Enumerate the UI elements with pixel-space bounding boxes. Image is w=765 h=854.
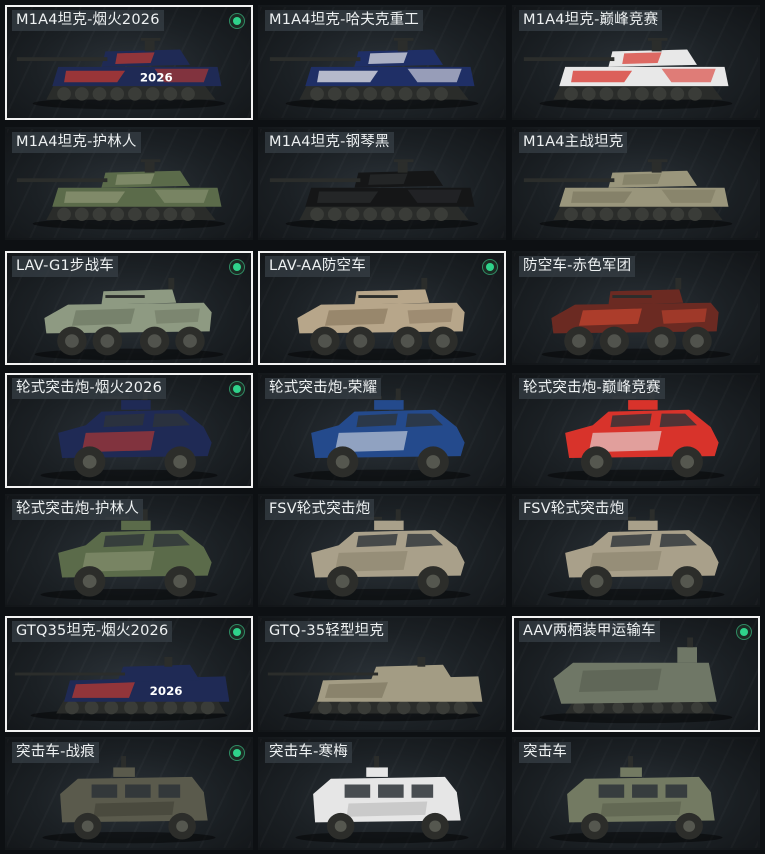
owned-status-icon bbox=[229, 381, 245, 397]
skin-card[interactable]: 2026 GTQ35坦克-烟火2026 bbox=[5, 616, 253, 732]
svg-text:2026: 2026 bbox=[150, 684, 183, 698]
skin-card[interactable]: 突击车-寒梅 bbox=[258, 737, 506, 850]
skin-card-label: 轮式突击炮-荣耀 bbox=[265, 378, 382, 399]
skin-card-label: LAV-G1步战车 bbox=[12, 256, 118, 277]
skin-card-label: AAV两栖装甲运输车 bbox=[519, 621, 660, 642]
skin-card-label: FSV轮式突击炮 bbox=[265, 499, 375, 520]
skin-card[interactable]: 轮式突击炮-荣耀 bbox=[258, 373, 506, 488]
skin-card[interactable]: M1A4坦克-巅峰竞赛 bbox=[512, 5, 760, 120]
skin-card[interactable]: 轮式突击炮-巅峰竞赛 bbox=[512, 373, 760, 488]
skin-card-label: GTQ35坦克-烟火2026 bbox=[12, 621, 173, 642]
svg-text:2026: 2026 bbox=[140, 70, 173, 84]
skin-card[interactable]: 轮式突击炮-烟火2026 bbox=[5, 373, 253, 488]
owned-status-icon bbox=[229, 259, 245, 275]
skin-card[interactable]: FSV轮式突击炮 bbox=[258, 494, 506, 607]
skin-card-label: 突击车-寒梅 bbox=[265, 742, 352, 763]
skin-card[interactable]: 突击车 bbox=[512, 737, 760, 850]
skin-card-label: 轮式突击炮-烟火2026 bbox=[12, 378, 167, 399]
skin-card-label: 防空车-赤色军团 bbox=[519, 256, 636, 277]
skin-card-label: LAV-AA防空车 bbox=[265, 256, 370, 277]
skin-card[interactable]: LAV-G1步战车 bbox=[5, 251, 253, 365]
skin-card-label: M1A4坦克-巅峰竞赛 bbox=[519, 10, 663, 31]
skin-card[interactable]: 突击车-战痕 bbox=[5, 737, 253, 850]
skin-card-label: M1A4坦克-护林人 bbox=[12, 132, 141, 153]
skin-card[interactable]: GTQ-35轻型坦克 bbox=[258, 616, 506, 732]
vehicle-skin-grid: 2026 M1A4坦克-烟火2026 M1A4坦克-哈夫克重工 M1A4坦克-巅… bbox=[0, 0, 765, 854]
owned-status-icon bbox=[229, 13, 245, 29]
skin-card-label: GTQ-35轻型坦克 bbox=[265, 621, 389, 642]
skin-card[interactable]: M1A4坦克-护林人 bbox=[5, 127, 253, 240]
owned-status-icon bbox=[736, 624, 752, 640]
skin-card[interactable]: M1A4坦克-钢琴黑 bbox=[258, 127, 506, 240]
skin-card-label: FSV轮式突击炮 bbox=[519, 499, 629, 520]
skin-card-label: 轮式突击炮-护林人 bbox=[12, 499, 144, 520]
skin-card[interactable]: FSV轮式突击炮 bbox=[512, 494, 760, 607]
skin-card-label: 轮式突击炮-巅峰竞赛 bbox=[519, 378, 665, 399]
skin-card-label: 突击车-战痕 bbox=[12, 742, 99, 763]
skin-card[interactable]: M1A4坦克-哈夫克重工 bbox=[258, 5, 506, 120]
skin-card[interactable]: LAV-AA防空车 bbox=[258, 251, 506, 365]
skin-card[interactable]: 轮式突击炮-护林人 bbox=[5, 494, 253, 607]
skin-card-label: M1A4主战坦克 bbox=[519, 132, 628, 153]
owned-status-icon bbox=[229, 745, 245, 761]
skin-card[interactable]: M1A4主战坦克 bbox=[512, 127, 760, 240]
skin-card[interactable]: 防空车-赤色军团 bbox=[512, 251, 760, 365]
owned-status-icon bbox=[229, 624, 245, 640]
owned-status-icon bbox=[482, 259, 498, 275]
skin-card-label: 突击车 bbox=[519, 742, 572, 763]
skin-card[interactable]: 2026 M1A4坦克-烟火2026 bbox=[5, 5, 253, 120]
skin-card-label: M1A4坦克-钢琴黑 bbox=[265, 132, 394, 153]
skin-card-label: M1A4坦克-哈夫克重工 bbox=[265, 10, 424, 31]
skin-card[interactable]: AAV两栖装甲运输车 bbox=[512, 616, 760, 732]
skin-card-label: M1A4坦克-烟火2026 bbox=[12, 10, 164, 31]
